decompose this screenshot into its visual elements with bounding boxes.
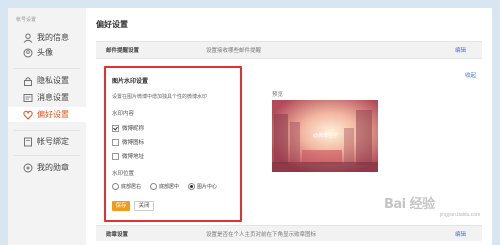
- radio-image-center[interactable]: 图片中心: [188, 183, 217, 190]
- watermark-position-label: 水印位置: [112, 171, 135, 177]
- close-button[interactable]: 关闭: [134, 201, 154, 211]
- email-settings-name: 邮件提醒设置: [106, 48, 140, 54]
- radio-circle[interactable]: [150, 183, 158, 190]
- watermark-settings-panel: 图片水印设置 设置在图片微博中增加独具个性的微博水印 水印内容 微博昵称 微博图…: [104, 66, 242, 222]
- preview-label: 预览: [272, 92, 284, 98]
- email-settings-desc: 设置接收哪些邮件提醒: [206, 48, 262, 54]
- medal-settings-row: 勋章设置 设置是否在个人主页对前在下角显示勋章图标 编辑: [96, 225, 482, 241]
- checkbox-nickname[interactable]: [112, 124, 119, 132]
- radio-label: 图片中心: [197, 184, 218, 190]
- checkbox-icon[interactable]: [112, 138, 119, 146]
- watermark-title: 图片水印设置: [112, 79, 149, 85]
- sidebar-item-messages[interactable]: 消息设置: [8, 90, 86, 105]
- person-icon: [22, 32, 33, 43]
- sidebar-item-avatar[interactable]: 头像: [8, 45, 86, 60]
- sidebar-item-label: 偏好设置: [37, 110, 69, 119]
- option-label: 微博地址: [122, 154, 145, 160]
- medal-icon: [22, 162, 33, 173]
- email-settings-row: 邮件提醒设置 设置接收哪些邮件提醒 编辑: [96, 41, 482, 59]
- avatar-icon: [22, 47, 33, 58]
- sidebar-item-label: 我的勋章: [37, 163, 69, 172]
- watermark-content-label: 水印内容: [112, 111, 135, 117]
- sidebar-item-privacy[interactable]: 隐私设置: [8, 73, 86, 88]
- radio-circle[interactable]: [188, 183, 196, 190]
- option-label: 微博图标: [122, 140, 145, 146]
- sidebar-divider: [14, 155, 80, 156]
- sidebar-item-my-info[interactable]: 我的信息: [8, 30, 86, 45]
- lock-icon: [22, 75, 33, 86]
- sidebar-item-label: 帐号绑定: [37, 137, 69, 146]
- sidebar-section-label: 帐号设置: [16, 17, 37, 23]
- sidebar-item-label: 头像: [37, 48, 53, 57]
- sidebar-divider: [14, 130, 80, 131]
- radio-circle[interactable]: [112, 183, 119, 190]
- page-title: 偏好设置: [96, 20, 128, 29]
- sidebar-item-account-binding[interactable]: 帐号绑定: [8, 134, 86, 149]
- radio-label: 底部居右: [121, 184, 142, 190]
- sidebar-item-medals[interactable]: 我的勋章: [8, 160, 86, 175]
- save-button[interactable]: 保存: [112, 201, 130, 211]
- medal-settings-edit-link[interactable]: 编辑: [455, 230, 466, 238]
- radio-bottom-center[interactable]: 底部居中: [150, 183, 179, 190]
- option-address[interactable]: 微博地址: [112, 152, 144, 160]
- option-icon[interactable]: 微博图标: [112, 138, 144, 146]
- checkbox-address[interactable]: [112, 152, 119, 160]
- option-nickname[interactable]: 微博昵称: [112, 124, 144, 132]
- site-watermark-url: jingyan.baidu.com: [440, 212, 481, 218]
- medal-settings-name: 勋章设置: [106, 232, 129, 238]
- radio-label: 底部居中: [159, 184, 180, 190]
- email-settings-edit-link[interactable]: 编辑: [455, 46, 466, 54]
- position-radio-group: 底部居右 底部居中 图片中心: [112, 183, 226, 190]
- preview-watermark-text: @微博名字: [313, 133, 339, 139]
- sidebar: 帐号设置 我的信息 头像 隐私设置 消息设置 偏好设置 帐号绑定 我的勋章: [8, 8, 87, 245]
- option-label: 微博昵称: [122, 126, 145, 132]
- sidebar-item-label: 消息设置: [37, 93, 69, 102]
- sidebar-item-label: 我的信息: [37, 33, 69, 42]
- sidebar-divider: [14, 68, 80, 69]
- radio-bottom-right[interactable]: 底部居右: [112, 183, 141, 190]
- message-icon: [22, 92, 33, 103]
- heart-icon: [22, 109, 33, 120]
- medal-settings-desc: 设置是否在个人主页对前在下角显示勋章图标: [206, 232, 317, 238]
- link-icon: [22, 136, 33, 147]
- collapse-link[interactable]: 收起: [465, 71, 476, 79]
- sidebar-item-preferences[interactable]: 偏好设置: [8, 107, 86, 122]
- site-watermark-logo: Bai 经验: [384, 197, 435, 212]
- sidebar-item-label: 隐私设置: [37, 76, 69, 85]
- watermark-desc: 设置在图片微博中增加独具个性的微博水印: [112, 94, 208, 100]
